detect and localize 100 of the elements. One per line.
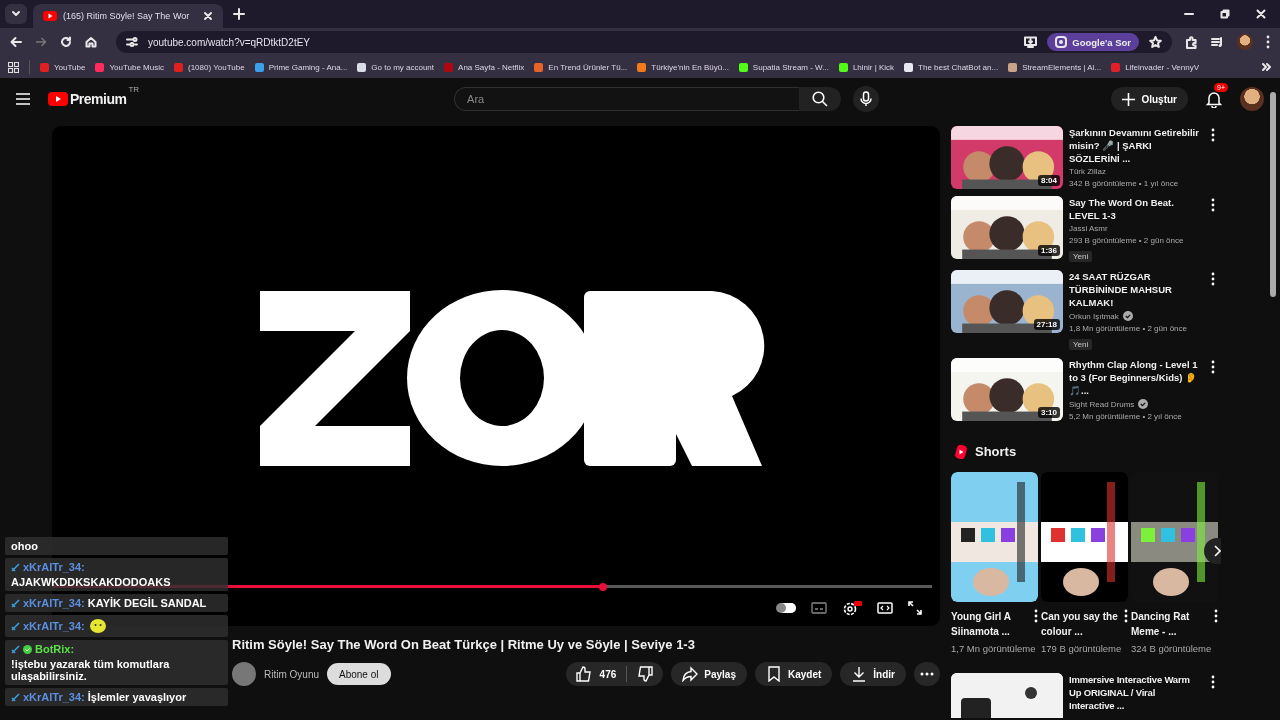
search-icon [812, 91, 829, 107]
verified-icon [1138, 399, 1149, 409]
bookmark[interactable]: Supatia Stream - W... [738, 62, 829, 72]
address-bar[interactable]: youtube.com/watch?v=qRDtktD2tEY Google'a Sor [116, 31, 1172, 53]
video-title[interactable]: Rhythm Clap Along - Level 1 to 3 (For Beginners/Kids) 👂 🎵... [1069, 358, 1201, 397]
channel-name[interactable]: Orkun Işıtmak [1069, 311, 1119, 321]
restore-icon[interactable] [1220, 9, 1230, 19]
youtube-icon[interactable] [48, 92, 68, 106]
more-icon[interactable] [1214, 609, 1218, 623]
more-icon[interactable] [1034, 609, 1038, 623]
video-meta: 1,8 Mn görüntüleme • 2 gün önce [1069, 324, 1188, 333]
chat-text: KAYİK DEGİL SANDAL [87, 597, 207, 609]
more-icon[interactable] [1124, 609, 1128, 623]
bookmark[interactable]: En Trend Ürünler Tü... [534, 62, 628, 72]
site-settings-icon[interactable] [126, 36, 138, 48]
channel-name[interactable]: Türk Zillaz [1069, 167, 1106, 176]
chat-text: ohoo [11, 540, 38, 552]
bookmark[interactable]: YouTube Music [95, 62, 164, 72]
more-icon[interactable] [1266, 35, 1270, 49]
duration-label: 1:36 [1038, 245, 1060, 256]
close-icon[interactable] [1256, 9, 1266, 19]
chat-text: İşlemler yavaşlıyor [87, 691, 187, 703]
channel-name[interactable]: Ritim Oyunu [264, 668, 319, 680]
bookmark[interactable]: Ana Sayfa - Netflix [444, 62, 525, 72]
new-badge: Yeni [1069, 251, 1093, 262]
more-icon[interactable] [1211, 675, 1215, 689]
chevron-icon[interactable] [1262, 62, 1272, 72]
share-button[interactable]: Paylaş [671, 662, 747, 686]
share-icon [682, 666, 699, 682]
fullscreen-icon[interactable] [908, 601, 922, 615]
video-title[interactable]: Say The Word On Beat. LEVEL 1-3 [1069, 196, 1201, 222]
duration-label: 8:04 [1038, 175, 1060, 186]
search-button[interactable] [799, 87, 842, 111]
bookmark[interactable]: (1080) YouTube [174, 62, 245, 72]
tab-list-button[interactable] [5, 4, 27, 24]
emote-icon [87, 618, 108, 634]
close-icon[interactable] [203, 11, 213, 21]
bookmark[interactable]: Lhinir | Kick [838, 62, 895, 72]
miniplayer-icon[interactable] [877, 602, 893, 614]
channel-name[interactable]: Sight Read Drums [1069, 399, 1135, 409]
plus-icon[interactable] [233, 8, 245, 20]
channel-name[interactable]: Jassi Asmr [1069, 224, 1108, 233]
extensions-icon[interactable] [1185, 35, 1198, 49]
sword-icon [11, 621, 20, 631]
more-icon[interactable] [1211, 198, 1215, 212]
menu-icon[interactable] [16, 93, 30, 105]
bookmark[interactable]: Prime Gaming - Ana... [254, 62, 348, 72]
bookmark[interactable]: StreamElements | Al... [1008, 62, 1102, 72]
bookmark[interactable]: Türkiye'nin En Büyü... [637, 62, 729, 72]
shorts-icon [955, 444, 967, 459]
logo-text[interactable]: Premium [70, 91, 127, 107]
more-icon[interactable] [1211, 360, 1215, 374]
create-button[interactable]: Oluştur [1111, 87, 1188, 111]
thumbs-down-icon [637, 666, 654, 682]
short-title[interactable]: Can you say the colour ... [1041, 609, 1120, 639]
sword-icon [11, 644, 20, 654]
search-field[interactable]: Ara [454, 87, 800, 111]
bookmark[interactable]: Go to my account [357, 62, 435, 72]
microphone-button[interactable] [853, 86, 880, 112]
video-title[interactable]: Şarkının Devamını Getirebilir misin? 🎤 | ŞARKI SÖZLERİNİ ... [1069, 126, 1201, 165]
video-title[interactable]: Immersive Interactive Warm Up ORIGINAL / Viral Interactive ... [1069, 673, 1201, 712]
more-icon [920, 672, 934, 676]
captions-icon[interactable] [811, 602, 827, 614]
channel-avatar[interactable] [232, 662, 256, 686]
chat-username: BotRix: [35, 643, 75, 655]
reload-icon[interactable] [60, 36, 72, 48]
download-button[interactable]: İndir [840, 662, 906, 686]
forward-icon[interactable] [35, 36, 47, 48]
thumbs-up-icon [575, 666, 592, 682]
star-icon[interactable] [1149, 35, 1162, 49]
home-icon[interactable] [85, 36, 97, 48]
bookmark[interactable]: YouTube [40, 62, 86, 72]
autoplay-toggle[interactable] [776, 603, 796, 613]
bookmark[interactable]: Lifeinvader - VennyV [1111, 62, 1199, 72]
lens-icon [1055, 36, 1068, 48]
more-icon[interactable] [1211, 272, 1215, 286]
back-icon[interactable] [10, 36, 22, 48]
profile-avatar[interactable] [1240, 87, 1264, 111]
scrollbar-thumb[interactable] [1270, 92, 1276, 297]
profile-avatar[interactable] [1237, 34, 1253, 50]
bell-icon[interactable] [1206, 90, 1222, 108]
video-meta: 5,2 Mn görüntüleme • 2 yıl önce [1069, 412, 1183, 421]
bookmark[interactable]: The best ChatBot an... [904, 62, 999, 72]
save-button[interactable]: Kaydet [754, 662, 833, 686]
short-title[interactable]: Dancing Rat Meme - ... [1131, 609, 1210, 639]
tab-title: (165) Ritim Söyle! Say The Wor [63, 11, 191, 21]
subscribe-button[interactable]: Abone ol [327, 663, 391, 685]
more-icon[interactable] [1211, 128, 1215, 142]
ask-button[interactable]: Google'a Sor [1047, 33, 1139, 51]
chat-text: !iştebu yazarak tüm komutlara ulaşabilirsiniz. [11, 658, 171, 682]
scrubber-handle[interactable] [598, 582, 607, 591]
more-button[interactable] [914, 662, 940, 686]
video-title[interactable]: 24 SAAT RÜZGAR TÜRBİNİNDE MAHSUR KALMAK! [1069, 270, 1201, 309]
chat-username: xKrAITr_34: [23, 620, 85, 632]
short-title[interactable]: Young Girl A Siinamota ... [951, 609, 1030, 639]
settings-icon[interactable] [842, 600, 862, 616]
apps-icon[interactable] [8, 61, 19, 73]
install-icon[interactable] [1024, 36, 1038, 48]
media-icon[interactable] [1211, 35, 1224, 49]
browser-tab[interactable]: (165) Ritim Söyle! Say The Wor [33, 4, 223, 28]
